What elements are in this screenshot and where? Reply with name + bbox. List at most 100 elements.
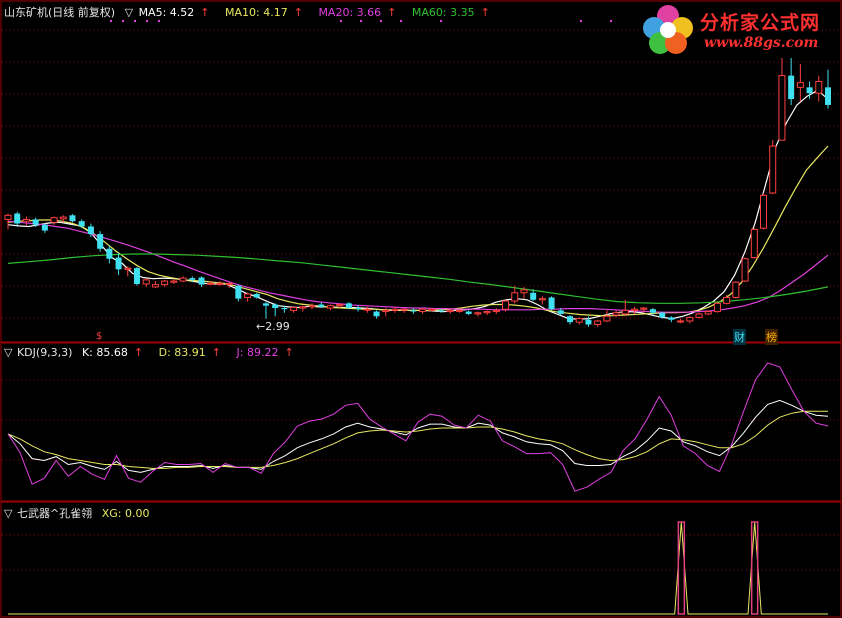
candle-body-up bbox=[179, 277, 187, 282]
candle-body-up bbox=[640, 307, 648, 310]
xg-collapse-marker[interactable]: ▽ bbox=[4, 507, 12, 520]
candle-body-up bbox=[474, 312, 482, 315]
candle-body-down bbox=[115, 257, 122, 270]
candle-body-down bbox=[97, 234, 104, 249]
candle-body-down bbox=[825, 87, 831, 105]
candle-body-up bbox=[170, 280, 178, 283]
xg-value-label: XG: 0.00 bbox=[101, 507, 150, 520]
candle-body-down bbox=[355, 308, 362, 310]
candle-body-up bbox=[538, 298, 546, 301]
ma5-label: MA5: 4.52 ↑ bbox=[138, 6, 210, 19]
candle-body-down bbox=[806, 87, 813, 94]
top-dot-mark bbox=[610, 20, 612, 22]
candle-body-up bbox=[124, 267, 132, 270]
kdj-d-label: D: 83.91 ↑ bbox=[158, 346, 221, 359]
candle-body-down bbox=[78, 221, 85, 227]
s-marker: $ bbox=[96, 331, 103, 342]
low-price-label: ←2.99 bbox=[256, 320, 290, 333]
candle-body-up bbox=[677, 320, 685, 323]
candle-body-down bbox=[530, 292, 537, 300]
top-dot-mark bbox=[158, 20, 160, 22]
candle-body-up bbox=[50, 217, 58, 223]
top-dot-mark bbox=[360, 20, 362, 22]
cai-badge[interactable]: 财 bbox=[733, 329, 746, 345]
top-dot-mark bbox=[134, 20, 136, 22]
candle-body-up bbox=[713, 302, 721, 313]
top-dot-mark bbox=[380, 20, 382, 22]
candle-body-up bbox=[290, 306, 298, 311]
top-dot-mark bbox=[580, 20, 582, 22]
candle-body-up bbox=[244, 293, 252, 298]
candle-body-down bbox=[548, 297, 555, 310]
candle-body-down bbox=[198, 277, 205, 285]
candle-body-up bbox=[502, 300, 510, 310]
candle-body-up bbox=[391, 308, 399, 311]
candle-body-down bbox=[189, 278, 196, 280]
candle-body-down bbox=[32, 219, 39, 225]
kdj-name: KDJ(9,3,3) bbox=[16, 346, 73, 359]
top-dot-mark bbox=[110, 20, 112, 22]
candle-body-up bbox=[741, 258, 749, 282]
candle-body-up bbox=[769, 145, 777, 194]
candle-body-down bbox=[410, 310, 417, 312]
candle-body-up bbox=[382, 309, 390, 313]
main-collapse-marker[interactable]: ▽ bbox=[125, 6, 133, 19]
xg-chart-layer bbox=[8, 521, 828, 615]
candle-body-up bbox=[4, 214, 12, 220]
kdj-line-j bbox=[7, 362, 829, 492]
candle-body-up bbox=[216, 282, 224, 285]
candle-body-down bbox=[235, 285, 242, 299]
candle-body-up bbox=[796, 82, 804, 88]
candle-body-up bbox=[695, 313, 703, 318]
kdj-header: ▽ KDJ(9,3,3) K: 85.68 ↑ D: 83.91 ↑ J: 89.2… bbox=[4, 346, 306, 359]
candle-body-down bbox=[788, 75, 795, 100]
kdj-line-k bbox=[7, 399, 829, 473]
bang-badge[interactable]: 榜 bbox=[765, 329, 778, 345]
top-dot-mark bbox=[340, 20, 342, 22]
top-dot-mark bbox=[400, 20, 402, 22]
candle-body-up bbox=[142, 279, 150, 285]
ma10-label: MA10: 4.17 ↑ bbox=[225, 6, 303, 19]
candle-body-up bbox=[446, 309, 454, 313]
candle-body-up bbox=[455, 309, 463, 312]
candle-body-up bbox=[520, 289, 528, 294]
candle-body-down bbox=[41, 224, 48, 231]
candle-body-down bbox=[14, 213, 21, 224]
main-header: 山东矿机(日线 前复权) ▽ MA5: 4.52 ↑ MA10: 4.17 ↑ MA… bbox=[4, 4, 502, 20]
top-dot-mark bbox=[440, 20, 442, 22]
stock-chart bbox=[0, 0, 842, 618]
kdj-collapse-marker[interactable]: ▽ bbox=[4, 346, 12, 359]
kdj-panel-frame bbox=[0, 342, 842, 502]
candle-body-up bbox=[400, 308, 408, 311]
candle-body-up bbox=[815, 80, 823, 94]
flower-logo-icon bbox=[643, 5, 693, 54]
candle-body-up bbox=[22, 218, 30, 222]
candle-body-up bbox=[492, 309, 500, 313]
candle-body-up bbox=[161, 280, 169, 286]
candle-body-down bbox=[557, 310, 564, 314]
candle-body-up bbox=[207, 282, 215, 285]
candle-body-up bbox=[686, 316, 694, 322]
candle-body-down bbox=[318, 304, 325, 307]
logo-title: 分析家公式网 bbox=[700, 12, 821, 34]
ma60-label: MA60: 3.35 ↑ bbox=[411, 6, 490, 19]
candle-body-up bbox=[308, 305, 316, 308]
candle-body-down bbox=[87, 226, 94, 235]
candle-body-up bbox=[483, 311, 491, 314]
candle-body-up bbox=[621, 309, 629, 315]
candle-body-down bbox=[281, 308, 288, 310]
candle-body-up bbox=[704, 311, 712, 315]
candle-body-up bbox=[603, 315, 611, 322]
candle-body-up bbox=[594, 320, 602, 325]
logo-url: www.88gs.com bbox=[704, 35, 819, 51]
top-dot-mark bbox=[122, 20, 124, 22]
candle-body-up bbox=[428, 308, 436, 311]
xg-signal-bar bbox=[750, 521, 759, 615]
candle-body-up bbox=[419, 308, 427, 313]
kdj-chart-layer bbox=[7, 362, 829, 492]
candle-body-up bbox=[732, 281, 740, 298]
candle-body-down bbox=[373, 311, 380, 317]
candle-body-up bbox=[363, 308, 371, 311]
candle-body-down bbox=[465, 311, 472, 314]
candle-body-down bbox=[438, 310, 445, 312]
